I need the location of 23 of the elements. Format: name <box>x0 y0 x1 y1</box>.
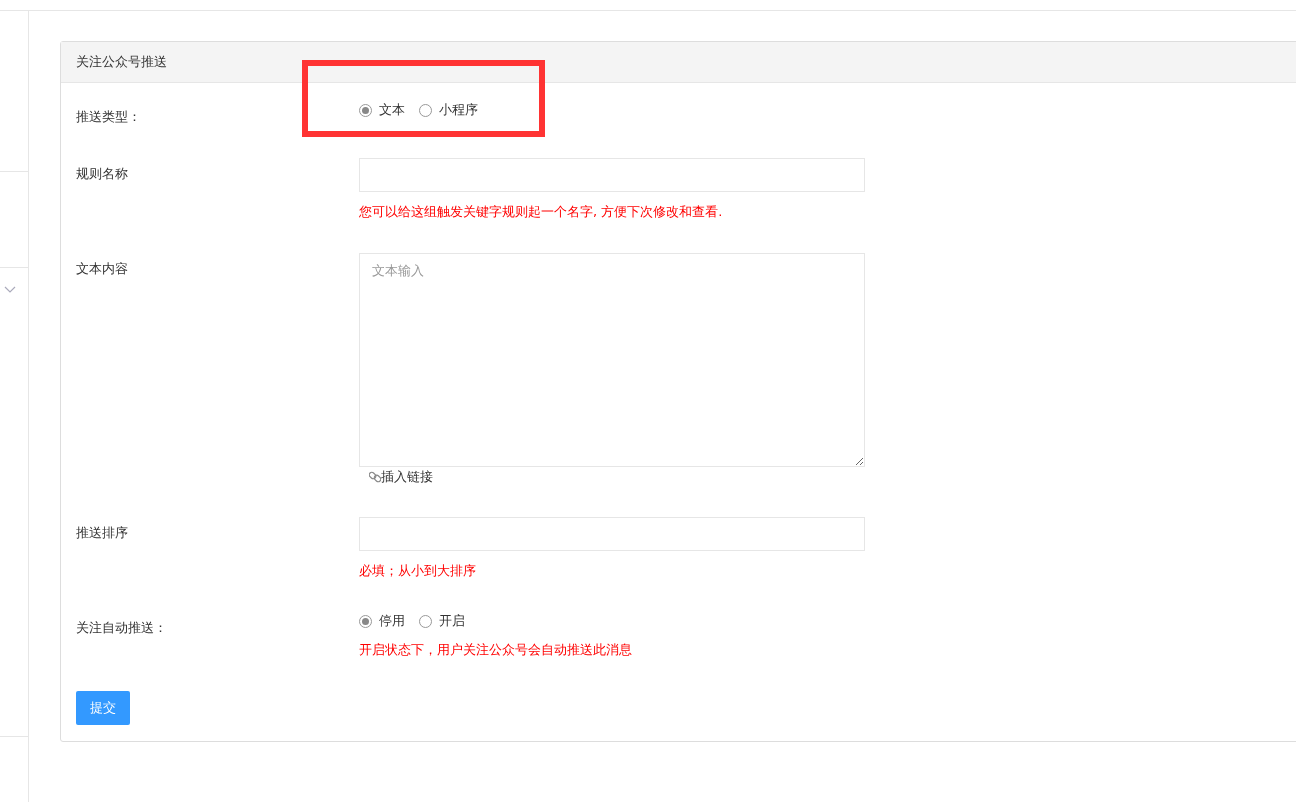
field-label: 推送类型： <box>76 108 142 126</box>
input-field[interactable] <box>359 517 865 551</box>
text-area[interactable]: 文本输入 <box>359 253 865 467</box>
radio-option[interactable]: 小程序 <box>419 101 478 119</box>
input-field[interactable] <box>359 158 865 192</box>
chevron-down-icon[interactable] <box>4 286 16 294</box>
field-label: 文本内容 <box>76 260 129 278</box>
radio-option[interactable]: 开启 <box>419 612 465 630</box>
help-text: 您可以给这组触发关键字规则起一个名字, 方便下次修改和查看. <box>359 203 724 221</box>
option-label: 开启 <box>439 612 465 630</box>
help-text: 开启状态下，用户关注公众号会自动推送此消息 <box>359 641 633 659</box>
insert-link[interactable]: 插入链接 <box>369 469 433 485</box>
field-label: 关注自动推送： <box>76 619 168 637</box>
field-label: 推送排序 <box>76 524 129 542</box>
option-label: 小程序 <box>439 101 478 119</box>
help-text: 必填；从小到大排序 <box>359 562 477 580</box>
option-label: 停用 <box>379 612 405 630</box>
panel-title: 关注公众号推送 <box>61 42 1296 83</box>
field-label: 规则名称 <box>76 165 129 183</box>
radio-option[interactable]: 文本 <box>359 101 405 119</box>
option-label: 文本 <box>379 101 405 119</box>
radio-option[interactable]: 停用 <box>359 612 405 630</box>
link-icon <box>369 471 381 483</box>
